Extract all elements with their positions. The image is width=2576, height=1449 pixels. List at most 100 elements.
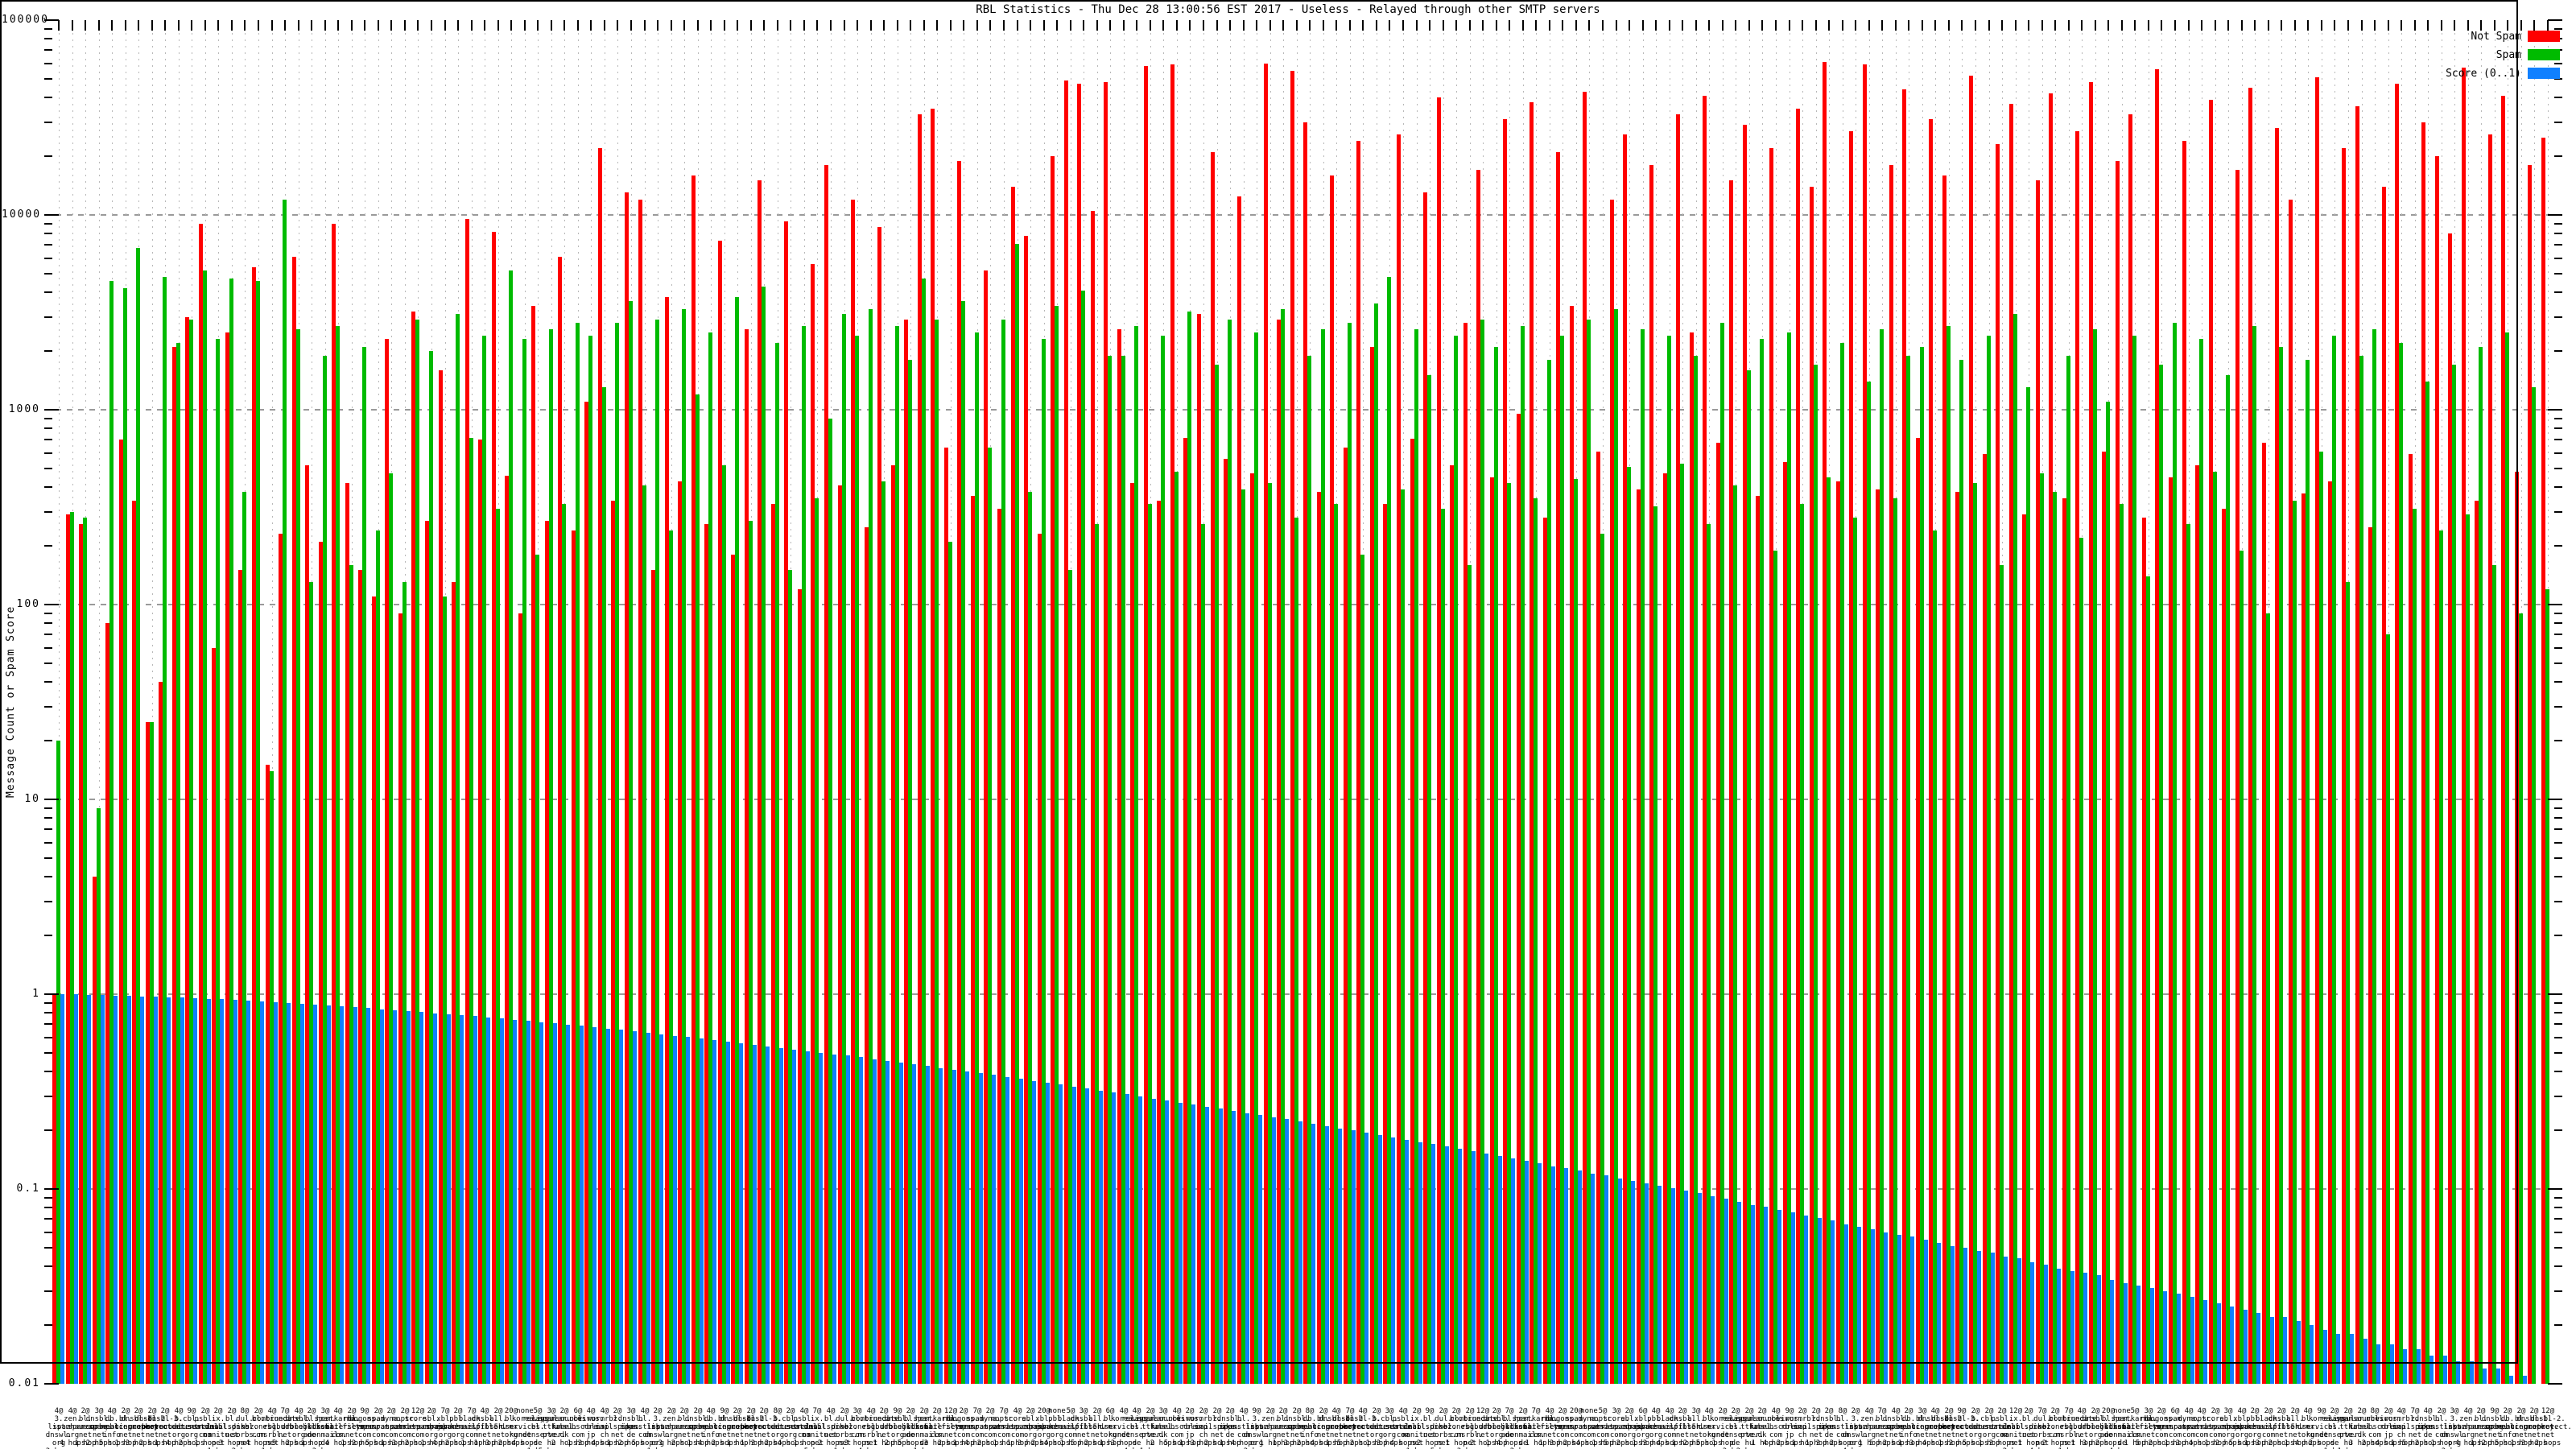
x-top-tick	[897, 20, 898, 31]
y-minor-tick-left	[44, 427, 52, 430]
x-top-tick	[1056, 20, 1058, 31]
x-top-tick	[2001, 20, 2003, 31]
bar-score	[2509, 1376, 2513, 1384]
bar-score	[992, 1075, 996, 1384]
y-minor-tick-left	[44, 1023, 52, 1026]
bar-score	[566, 1025, 570, 1384]
bar-spam	[2386, 634, 2390, 1384]
y-minor-tick-right	[2554, 1095, 2562, 1097]
x-top-tick	[724, 20, 725, 31]
x-top-tick	[324, 20, 326, 31]
y-minor-tick-right	[2554, 223, 2562, 225]
x-top-tick	[1416, 20, 1418, 31]
bar-score	[2443, 1356, 2447, 1384]
bar-score	[912, 1064, 916, 1384]
y-minor-tick-right	[2554, 841, 2562, 844]
bar-spam	[2066, 356, 2070, 1384]
y-major-tick-left	[44, 993, 59, 995]
bar-score	[1951, 1246, 1955, 1384]
bar-score	[1711, 1196, 1715, 1384]
x-top-tick	[870, 20, 872, 31]
y-tick-label: 100000	[2, 14, 49, 26]
y-minor-tick-right	[2554, 622, 2562, 625]
bar-score	[1032, 1081, 1036, 1384]
x-top-tick	[1695, 20, 1697, 31]
bar-score	[1963, 1248, 1967, 1384]
bar-spam	[2425, 382, 2429, 1384]
bar-score	[1657, 1186, 1662, 1384]
bar-score	[300, 1004, 304, 1384]
bar-score	[1046, 1083, 1050, 1384]
y-major-tick-right	[2548, 1188, 2562, 1190]
bar-score	[1791, 1212, 1795, 1384]
y-minor-tick-right	[2554, 155, 2562, 158]
y-minor-tick-left	[44, 634, 52, 636]
bar-spam	[2079, 538, 2083, 1384]
y-minor-tick-left	[44, 1095, 52, 1097]
x-top-tick	[1176, 20, 1178, 31]
bar-spam	[1973, 483, 1977, 1384]
bar-score	[2136, 1286, 2140, 1384]
y-minor-tick-left	[44, 900, 52, 902]
x-top-tick	[138, 20, 139, 31]
bar-score	[539, 1022, 543, 1384]
x-top-tick	[1509, 20, 1510, 31]
x-top-tick	[2174, 20, 2176, 31]
x-top-tick	[1309, 20, 1311, 31]
x-top-tick	[2441, 20, 2442, 31]
x-top-tick	[58, 20, 60, 31]
x-top-tick	[2215, 20, 2216, 31]
x-top-tick	[125, 20, 126, 31]
x-top-tick	[950, 20, 952, 31]
x-top-tick	[1043, 20, 1045, 31]
x-tick-label: 12@ dnsbl-2. uceprotect. net 2 hops	[2524, 1407, 2572, 1447]
y-minor-tick-left	[44, 705, 52, 708]
x-top-tick	[1243, 20, 1245, 31]
chart-title: RBL Statistics - Thu Dec 28 13:00:56 EST…	[976, 3, 1600, 16]
x-top-tick	[497, 20, 499, 31]
y-major-tick-left	[44, 1383, 59, 1385]
x-top-tick	[1908, 20, 1909, 31]
x-top-tick	[484, 20, 485, 31]
x-top-tick	[1642, 20, 1644, 31]
x-top-tick	[1748, 20, 1750, 31]
x-top-tick	[2361, 20, 2363, 31]
y-minor-tick-left	[44, 62, 52, 64]
bar-score	[447, 1014, 451, 1384]
y-minor-tick-left	[44, 510, 52, 513]
bar-score	[1884, 1232, 1888, 1384]
bar-spam	[2372, 329, 2376, 1384]
y-tick-label: 1	[32, 988, 40, 1000]
x-top-tick	[2241, 20, 2243, 31]
bar-score	[1378, 1135, 1382, 1384]
bar-score	[1325, 1126, 1329, 1384]
y-major-tick-right	[2548, 19, 2562, 21]
bar-score	[1391, 1137, 1395, 1384]
y-minor-tick-right	[2554, 439, 2562, 441]
y-minor-tick-right	[2554, 418, 2562, 420]
bar-score	[553, 1023, 557, 1384]
x-top-tick	[1323, 20, 1324, 31]
y-minor-tick-right	[2554, 662, 2562, 664]
y-axis-label: Message Count or Spam Score	[5, 605, 17, 799]
bar-score	[1631, 1181, 1635, 1384]
bar-score	[1311, 1124, 1315, 1384]
x-top-tick	[763, 20, 765, 31]
y-minor-tick-left	[44, 121, 52, 123]
bar-score	[1564, 1168, 1568, 1384]
y-minor-tick-left	[44, 272, 52, 275]
legend-label-not-spam: Not Spam	[2471, 30, 2521, 43]
y-minor-tick-left	[44, 876, 52, 878]
bar-score	[2390, 1344, 2394, 1384]
bar-score	[1591, 1174, 1595, 1384]
y-minor-tick-right	[2554, 121, 2562, 123]
bar-score	[1431, 1144, 1435, 1384]
legend-label-spam: Spam	[2496, 48, 2521, 61]
bar-score	[2097, 1275, 2101, 1384]
bar-score	[419, 1012, 423, 1384]
bar-score	[2323, 1330, 2327, 1384]
bar-score	[2163, 1291, 2167, 1384]
x-top-tick	[298, 20, 299, 31]
y-minor-tick-left	[44, 1324, 52, 1327]
x-top-tick	[2520, 20, 2522, 31]
